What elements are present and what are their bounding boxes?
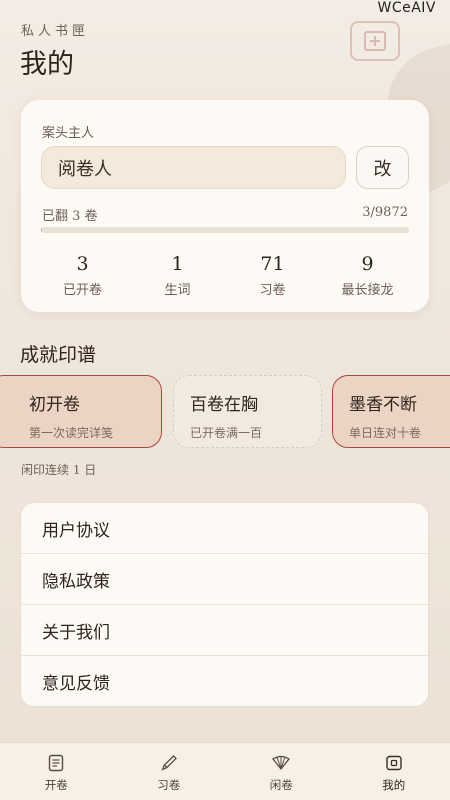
- settings-menu: 用户协议 隐私政策 关于我们 意见反馈: [20, 502, 429, 707]
- stat-value: 1: [171, 253, 184, 275]
- edit-name-button[interactable]: 改: [356, 146, 409, 189]
- owner-label: 案头主人: [42, 126, 95, 141]
- stat-practice: 71 习卷: [225, 252, 320, 300]
- achievement-desc: 已开卷满一百: [190, 426, 263, 440]
- stat-value: 3: [76, 253, 89, 275]
- tab-label: 我的: [382, 778, 406, 792]
- stat-value: 71: [260, 253, 285, 275]
- tab-label: 习卷: [157, 778, 181, 792]
- stats-row: 3 已开卷 1 生词 71 习卷 9 最长接龙: [35, 252, 415, 300]
- page-title: 我的: [20, 49, 74, 80]
- stat-new-words: 1 生词: [130, 252, 225, 300]
- achievement-title: 初开卷: [29, 395, 80, 415]
- stat-label: 习卷: [259, 283, 286, 298]
- achievement-card[interactable]: 初开卷 第一次读完详笺: [0, 375, 162, 448]
- add-square-icon: [364, 31, 386, 51]
- achievements-carousel[interactable]: 初开卷 第一次读完详笺 百卷在胸 已开卷满一百 墨香不断 单日连对十卷: [0, 375, 450, 448]
- stat-label: 已开卷: [62, 283, 102, 298]
- add-button[interactable]: [350, 21, 400, 61]
- tab-label: 开卷: [44, 778, 68, 792]
- streak-text: 闲印连续 1 日: [21, 463, 97, 477]
- achievement-desc: 第一次读完详笺: [29, 426, 114, 440]
- tab-label: 闲卷: [269, 778, 293, 792]
- tab-open-scroll[interactable]: 开卷: [0, 743, 113, 800]
- name-field[interactable]: 阅卷人: [41, 146, 346, 189]
- achievement-desc: 单日连对十卷: [349, 426, 422, 440]
- flip-progress-count: 3/9872: [362, 205, 408, 220]
- fan-icon: [271, 753, 291, 773]
- page-subtitle: 私人书匣: [21, 24, 90, 39]
- watermark: WCeAIV: [377, 0, 436, 16]
- reading-progress-bar: [41, 227, 409, 233]
- stat-value: 9: [361, 253, 374, 275]
- achievement-card[interactable]: 墨香不断 单日连对十卷: [332, 375, 450, 448]
- tab-leisure[interactable]: 闲卷: [225, 743, 338, 800]
- menu-item-privacy-policy[interactable]: 隐私政策: [21, 554, 428, 605]
- achievement-card[interactable]: 百卷在胸 已开卷满一百: [173, 375, 322, 448]
- profile-icon: [384, 753, 404, 773]
- bottom-tab-bar: 开卷 习卷 闲卷 我的: [0, 742, 450, 800]
- menu-item-feedback[interactable]: 意见反馈: [21, 656, 428, 706]
- scroll-icon: [46, 753, 66, 773]
- stat-longest-chain: 9 最长接龙: [320, 252, 415, 300]
- brush-icon: [159, 753, 179, 773]
- flip-progress-label: 已翻 3 卷: [42, 209, 98, 224]
- stat-label: 最长接龙: [341, 283, 394, 298]
- achievements-title: 成就印谱: [20, 344, 97, 366]
- stat-label: 生词: [164, 283, 191, 298]
- profile-card: 案头主人 阅卷人 改 已翻 3 卷 3/9872 3 已开卷 1 生词 71 习…: [21, 100, 429, 312]
- tab-mine[interactable]: 我的: [338, 743, 450, 800]
- achievement-title: 墨香不断: [349, 395, 417, 415]
- menu-item-about-us[interactable]: 关于我们: [21, 605, 428, 656]
- stat-opened: 3 已开卷: [35, 252, 130, 300]
- achievement-title: 百卷在胸: [190, 395, 258, 415]
- tab-practice[interactable]: 习卷: [113, 743, 226, 800]
- menu-item-user-agreement[interactable]: 用户协议: [21, 503, 428, 554]
